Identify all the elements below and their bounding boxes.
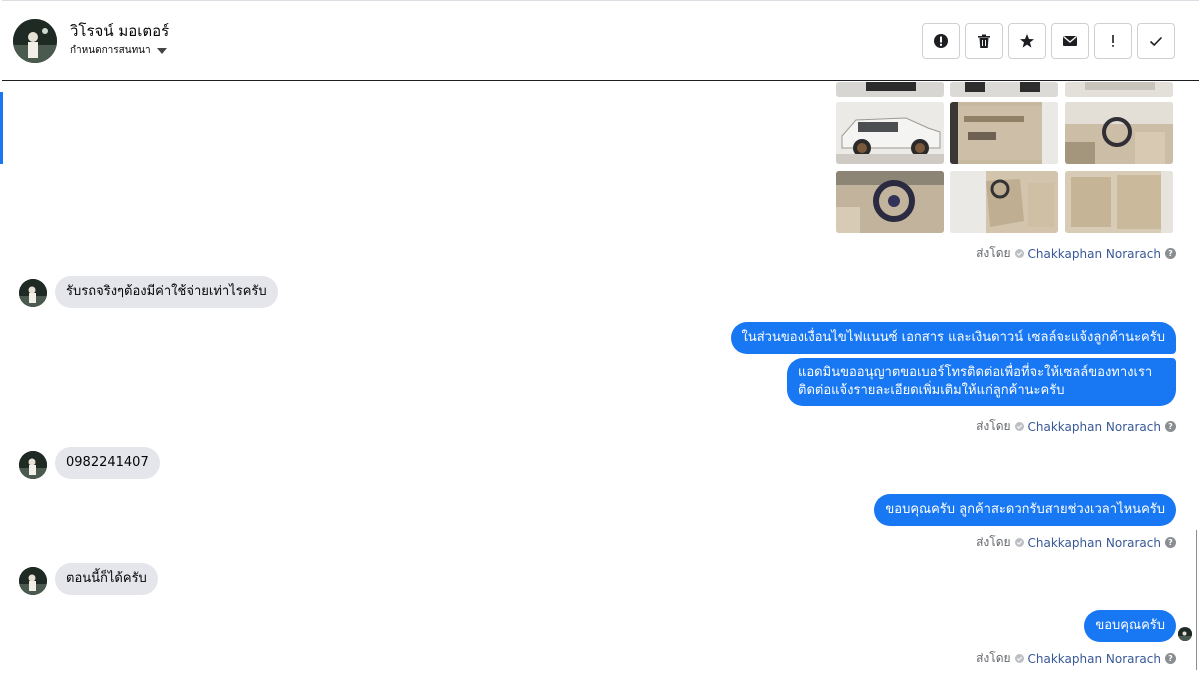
sent-by-label: ส่งโดย [976, 246, 1011, 260]
help-icon[interactable]: ? [1165, 653, 1176, 664]
alert-circle-icon [934, 34, 948, 48]
check-icon [1014, 249, 1024, 258]
car-photo-3-3[interactable] [1065, 171, 1173, 233]
check-icon [1014, 538, 1024, 547]
outgoing-message[interactable]: ขอบคุณครับ ลูกค้าสะดวกรับสายช่วงเวลาไหนค… [874, 494, 1176, 526]
mark-unread-button[interactable] [1051, 23, 1089, 59]
agent-name[interactable]: Chakkaphan Norarach [1028, 420, 1161, 434]
help-icon[interactable]: ? [1165, 537, 1176, 548]
help-icon[interactable]: ? [1165, 248, 1176, 259]
car-photo-2-2[interactable] [950, 102, 1058, 164]
incoming-message[interactable]: 0982241407 [55, 447, 160, 479]
trash-icon [978, 34, 990, 48]
incoming-message[interactable]: ตอนนี้ก็ได้ครับ [55, 563, 158, 595]
incoming-message[interactable]: รับรถจริงๆต้องมีค่าใช้จ่ายเท่าไรครับ [55, 276, 278, 308]
sent-by-row: ส่งโดย Chakkaphan Norarach ? [976, 649, 1176, 668]
agent-name[interactable]: Chakkaphan Norarach [1028, 652, 1161, 666]
scrollbar[interactable] [1196, 530, 1197, 670]
caret-down-icon [156, 47, 167, 54]
check-icon [1014, 422, 1024, 431]
follow-up-button[interactable] [1094, 23, 1132, 59]
report-spam-button[interactable] [922, 23, 960, 59]
car-photo-top-1[interactable] [836, 82, 944, 97]
car-photo-top-3[interactable] [1065, 82, 1173, 97]
sent-by-label: ส่งโดย [976, 535, 1011, 549]
conversation-header: วิโรจน์ มอเตอร์ กำหนดการสนทนา [2, 0, 1199, 81]
outgoing-message[interactable]: แอดมินขออนุญาตขอเบอร์โทรติดต่อเพื่อที่จะ… [787, 358, 1176, 406]
star-button[interactable] [1008, 23, 1046, 59]
contact-name[interactable]: วิโรจน์ มอเตอร์ [70, 19, 169, 43]
contact-avatar-small[interactable] [19, 279, 47, 307]
conversation-label: กำหนดการสนทนา [70, 45, 151, 56]
agent-name[interactable]: Chakkaphan Norarach [1028, 536, 1161, 550]
check-icon [1014, 654, 1024, 663]
car-photo-2-3[interactable] [1065, 102, 1173, 164]
contact-avatar-small[interactable] [19, 567, 47, 595]
seen-indicator-avatar [1178, 627, 1192, 641]
outgoing-message[interactable]: ขอบคุณครับ [1084, 610, 1176, 642]
delete-button[interactable] [965, 23, 1003, 59]
star-icon [1020, 34, 1034, 48]
help-icon[interactable]: ? [1165, 421, 1176, 432]
car-photo-3-2[interactable] [950, 171, 1058, 233]
outgoing-message[interactable]: ในส่วนของเงื่อนไขไฟแนนซ์ เอกสาร และเงินด… [730, 322, 1176, 354]
contact-avatar-small[interactable] [19, 451, 47, 479]
envelope-icon [1063, 36, 1077, 46]
car-photo-3-1[interactable] [836, 171, 944, 233]
checkmark-icon [1149, 36, 1163, 47]
sent-by-label: ส่งโดย [976, 419, 1011, 433]
contact-avatar[interactable] [13, 19, 57, 63]
active-indicator [0, 92, 3, 164]
car-photo-2-1[interactable] [836, 102, 944, 164]
sent-by-row: ส่งโดย Chakkaphan Norarach ? [976, 244, 1176, 263]
car-photo-top-2[interactable] [950, 82, 1058, 97]
conversation-toolbar [922, 23, 1175, 59]
conversation-label-dropdown[interactable]: กำหนดการสนทนา [70, 43, 167, 58]
sent-by-label: ส่งโดย [976, 651, 1011, 665]
mark-done-button[interactable] [1137, 23, 1175, 59]
sent-by-row: ส่งโดย Chakkaphan Norarach ? [976, 417, 1176, 436]
agent-name[interactable]: Chakkaphan Norarach [1028, 247, 1161, 261]
exclamation-icon [1112, 35, 1114, 47]
sent-by-row: ส่งโดย Chakkaphan Norarach ? [976, 533, 1176, 552]
